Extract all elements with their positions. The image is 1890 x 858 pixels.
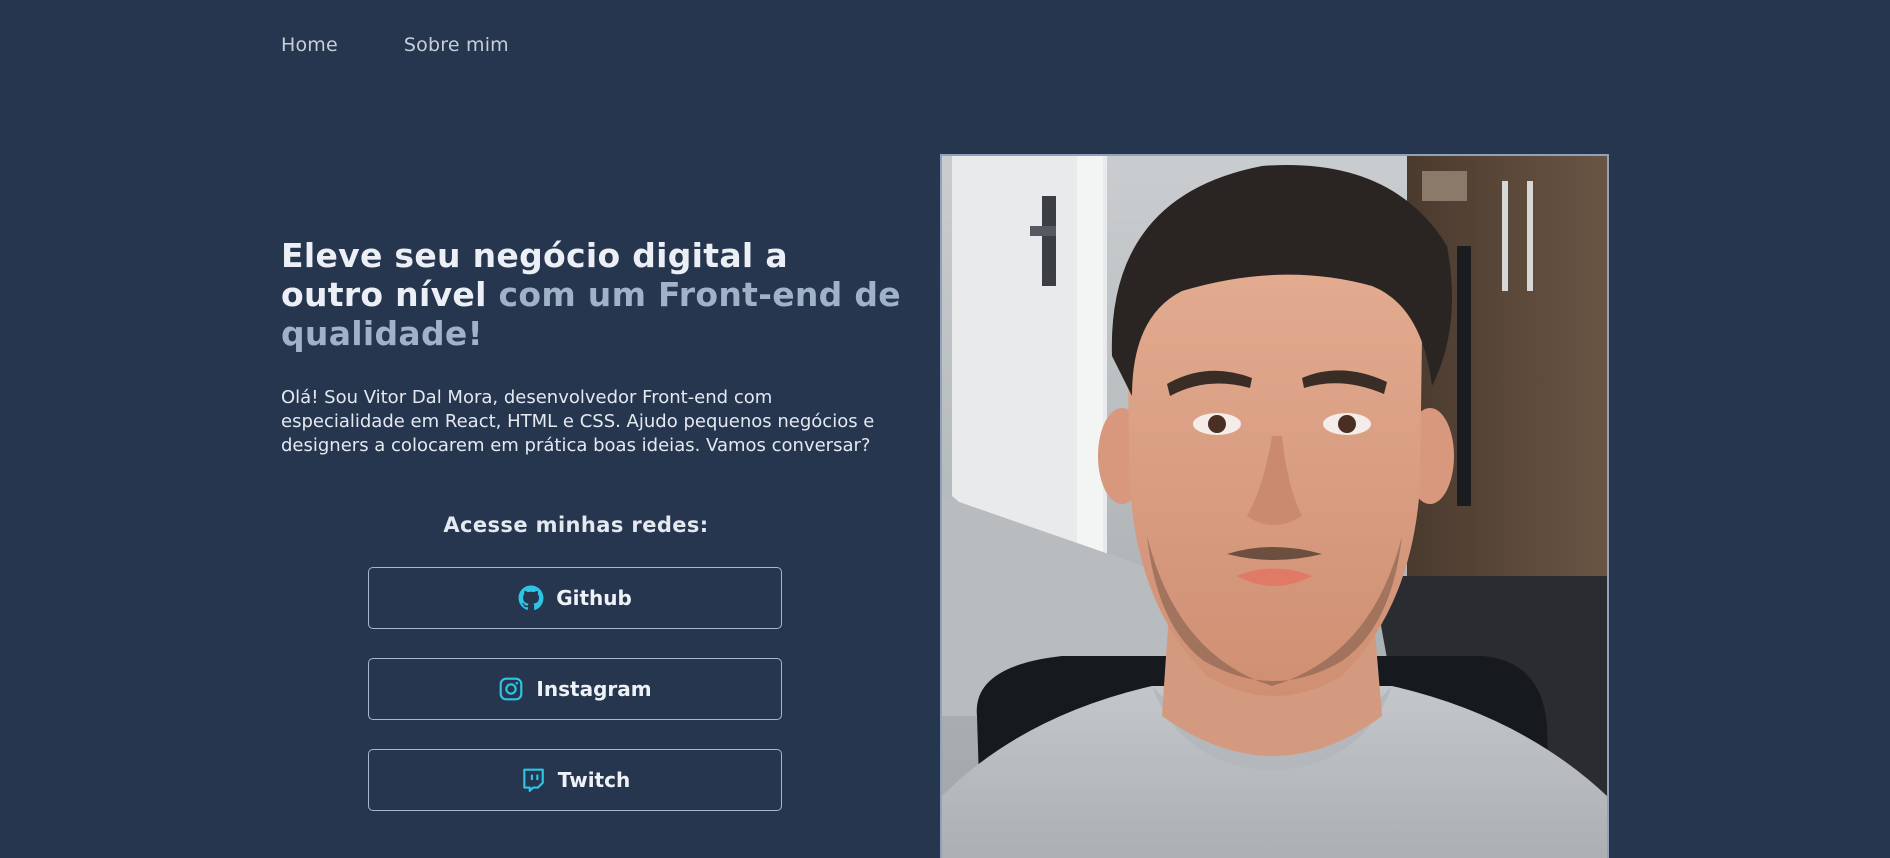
instagram-label: Instagram bbox=[536, 677, 652, 701]
github-icon bbox=[518, 585, 544, 611]
top-nav: Home Sobre mim bbox=[281, 34, 509, 56]
twitch-label: Twitch bbox=[557, 768, 631, 792]
instagram-icon bbox=[498, 676, 524, 702]
profile-photo bbox=[940, 154, 1609, 858]
twitch-button[interactable]: Twitch bbox=[368, 749, 782, 811]
hero-title: Eleve seu negócio digital a outro nível … bbox=[281, 236, 901, 353]
page: Home Sobre mim Eleve seu negócio digital… bbox=[0, 0, 1890, 858]
networks-heading: Acesse minhas redes: bbox=[443, 513, 709, 537]
twitch-icon bbox=[520, 767, 546, 793]
github-label: Github bbox=[556, 586, 632, 610]
instagram-button[interactable]: Instagram bbox=[368, 658, 782, 720]
nav-about-link[interactable]: Sobre mim bbox=[404, 34, 509, 56]
github-button[interactable]: Github bbox=[368, 567, 782, 629]
profile-photo-illustration bbox=[942, 156, 1607, 858]
nav-home-link[interactable]: Home bbox=[281, 34, 338, 56]
intro-text: Olá! Sou Vitor Dal Mora, desenvolvedor F… bbox=[281, 387, 875, 456]
